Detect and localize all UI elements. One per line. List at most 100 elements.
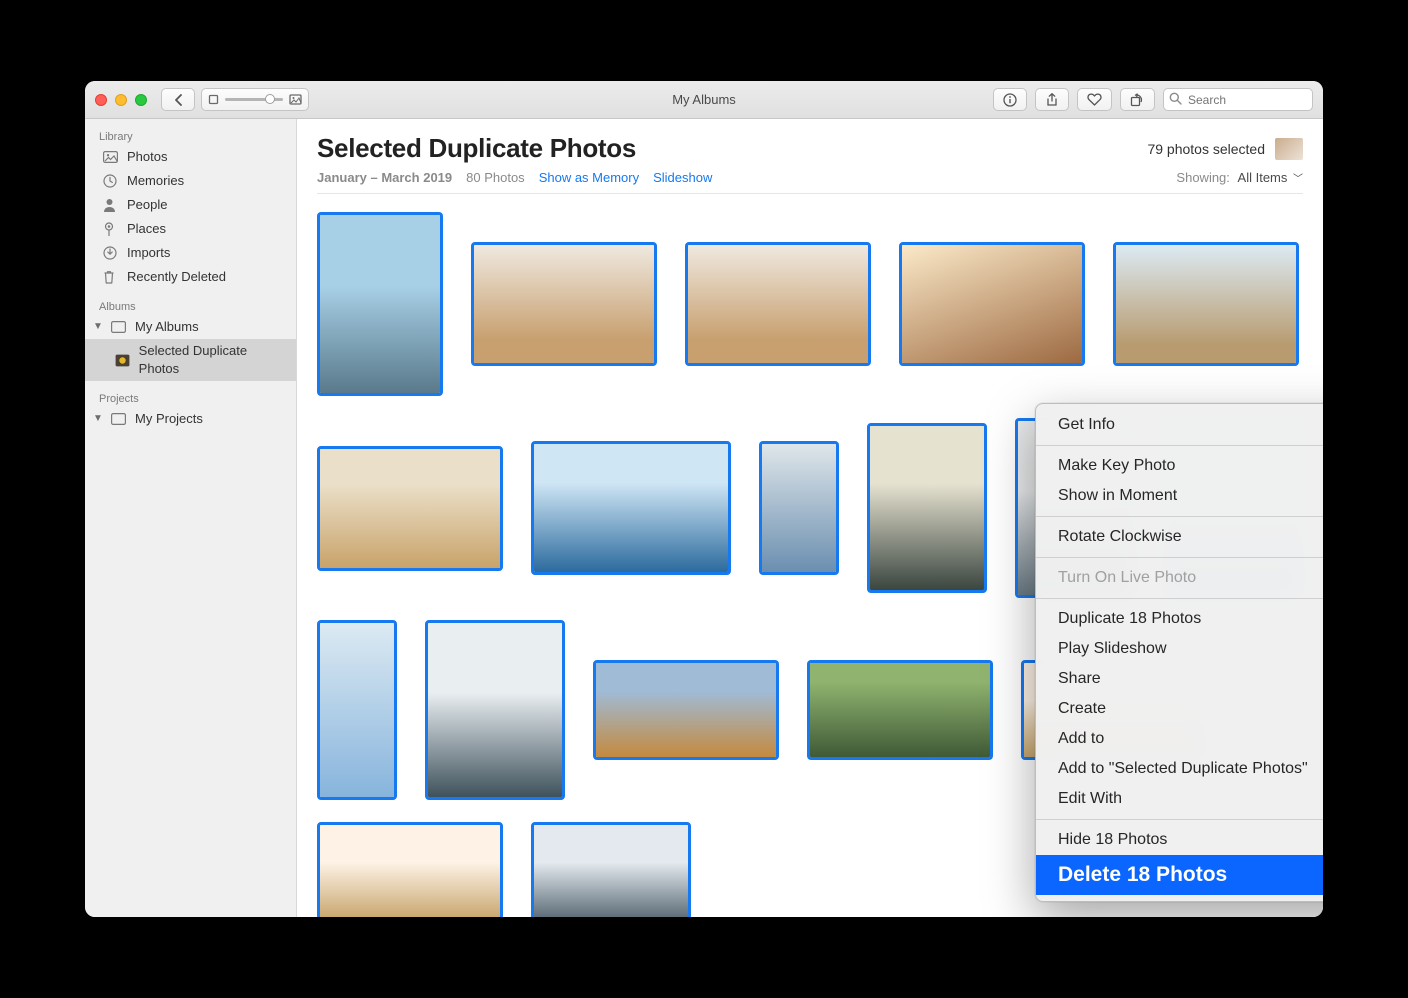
zoom-large-icon — [289, 94, 302, 105]
show-as-memory-link[interactable]: Show as Memory — [539, 170, 639, 185]
minimize-button[interactable] — [115, 94, 127, 106]
search-input[interactable] — [1163, 88, 1313, 111]
share-icon — [1045, 93, 1059, 107]
sidebar-item-my-projects[interactable]: ▼ My Projects — [85, 407, 296, 431]
rotate-button[interactable] — [1120, 88, 1155, 111]
context-menu-item[interactable]: Duplicate 18 Photos — [1036, 604, 1323, 634]
context-menu-item[interactable]: Show in Moment — [1036, 481, 1323, 511]
context-menu-item[interactable]: Edit With▶ — [1036, 784, 1323, 814]
photo-thumb[interactable] — [807, 660, 993, 760]
context-menu-item[interactable]: Share▶ — [1036, 664, 1323, 694]
zoom-button[interactable] — [135, 94, 147, 106]
context-menu-item-label: Rotate Clockwise — [1058, 528, 1182, 546]
sidebar-header-library: Library — [85, 127, 296, 145]
photo-thumb[interactable] — [531, 441, 731, 575]
chevron-down-icon: ﹀ — [1293, 174, 1303, 185]
sidebar-item-recently-deleted[interactable]: Recently Deleted — [85, 265, 296, 289]
search-icon — [1169, 92, 1182, 105]
showing-filter[interactable]: Showing: All Items ﹀ — [1176, 170, 1303, 185]
context-menu-item-label: Delete 18 Photos — [1058, 863, 1227, 887]
back-button[interactable] — [161, 88, 195, 111]
close-button[interactable] — [95, 94, 107, 106]
showing-label: Showing: — [1176, 170, 1229, 185]
sidebar-item-selected-duplicate-photos[interactable]: Selected Duplicate Photos — [85, 339, 296, 381]
imports-icon — [103, 246, 119, 260]
photo-thumb[interactable] — [317, 212, 443, 396]
slideshow-link[interactable]: Slideshow — [653, 170, 712, 185]
photo-image — [810, 663, 990, 757]
sidebar-item-people[interactable]: People — [85, 193, 296, 217]
main-header: Selected Duplicate Photos 79 photos sele… — [297, 119, 1323, 202]
heart-icon — [1087, 93, 1102, 106]
context-menu-item[interactable]: Hide 18 Photos — [1036, 825, 1323, 855]
chevron-down-icon: ▼ — [93, 410, 103, 428]
search-field[interactable] — [1163, 88, 1313, 111]
photo-image — [1116, 245, 1296, 363]
photo-image — [320, 623, 394, 797]
context-menu-item[interactable]: Add to▶ — [1036, 724, 1323, 754]
sidebar-item-places[interactable]: Places — [85, 217, 296, 241]
photos-icon — [103, 151, 119, 163]
zoom-knob[interactable] — [265, 94, 275, 104]
context-menu-separator — [1036, 819, 1323, 820]
photo-thumb[interactable] — [317, 620, 397, 800]
window-controls — [95, 94, 147, 106]
favorite-button[interactable] — [1077, 88, 1112, 111]
context-menu-separator — [1036, 445, 1323, 446]
smart-album-icon — [115, 354, 131, 367]
photo-thumb[interactable] — [759, 441, 839, 575]
photo-image — [870, 426, 984, 590]
sidebar-item-memories[interactable]: Memories — [85, 169, 296, 193]
photo-thumb[interactable] — [899, 242, 1085, 366]
context-menu-item-label: Edit With — [1058, 790, 1122, 808]
page-title: Selected Duplicate Photos — [317, 133, 636, 164]
context-menu-item[interactable]: Rotate Clockwise — [1036, 522, 1323, 552]
context-menu-item[interactable]: Play Slideshow — [1036, 634, 1323, 664]
photo-thumb[interactable] — [317, 822, 503, 917]
context-menu-item-label: Create — [1058, 700, 1106, 718]
photo-thumb[interactable] — [867, 423, 987, 593]
clock-icon — [103, 174, 119, 188]
context-menu-separator — [1036, 557, 1323, 558]
sidebar: Library Photos Memories People — [85, 119, 297, 917]
thumbnail-zoom-slider[interactable] — [201, 88, 309, 111]
sidebar-item-imports[interactable]: Imports — [85, 241, 296, 265]
photo-thumb[interactable] — [425, 620, 565, 800]
sidebar-header-projects: Projects — [85, 389, 296, 407]
context-menu-item[interactable]: Add to "Selected Duplicate Photos" — [1036, 754, 1323, 784]
photo-image — [762, 444, 836, 572]
zoom-track[interactable] — [225, 98, 283, 101]
pin-icon — [103, 222, 119, 237]
sidebar-item-photos[interactable]: Photos — [85, 145, 296, 169]
context-menu-item[interactable]: Delete 18 Photos — [1036, 855, 1323, 895]
album-icon — [111, 413, 127, 425]
context-menu-item-label: Hide 18 Photos — [1058, 831, 1167, 849]
info-icon — [1003, 93, 1017, 107]
context-menu-item[interactable]: Get Info — [1036, 410, 1323, 440]
context-menu-item[interactable]: Make Key Photo — [1036, 451, 1323, 481]
sidebar-item-my-albums[interactable]: ▼ My Albums — [85, 315, 296, 339]
context-menu-item-label: Get Info — [1058, 416, 1115, 434]
photo-thumb[interactable] — [593, 660, 779, 760]
sidebar-item-label: Imports — [127, 244, 170, 262]
photo-thumb[interactable] — [317, 446, 503, 571]
selection-summary: 79 photos selected — [1147, 138, 1303, 160]
context-menu-item-label: Turn On Live Photo — [1058, 569, 1196, 587]
showing-value: All Items — [1238, 170, 1288, 185]
photo-image — [688, 245, 868, 363]
context-menu-separator — [1036, 598, 1323, 599]
context-menu-item[interactable]: Create▶ — [1036, 694, 1323, 724]
date-range: January – March 2019 — [317, 170, 452, 185]
app-window: My Albums Library — [85, 81, 1323, 917]
photo-thumb[interactable] — [531, 822, 691, 917]
context-menu-item-label: Duplicate 18 Photos — [1058, 610, 1201, 628]
chevron-left-icon — [174, 94, 183, 106]
info-button[interactable] — [993, 88, 1027, 111]
context-menu: Get Info Make Key PhotoShow in Moment Rota… — [1035, 403, 1323, 902]
photo-thumb[interactable] — [1113, 242, 1299, 366]
person-icon — [103, 198, 119, 212]
photo-thumb[interactable] — [471, 242, 657, 366]
photo-thumb[interactable] — [685, 242, 871, 366]
share-button[interactable] — [1035, 88, 1069, 111]
context-menu-item-label: Play Slideshow — [1058, 640, 1167, 658]
